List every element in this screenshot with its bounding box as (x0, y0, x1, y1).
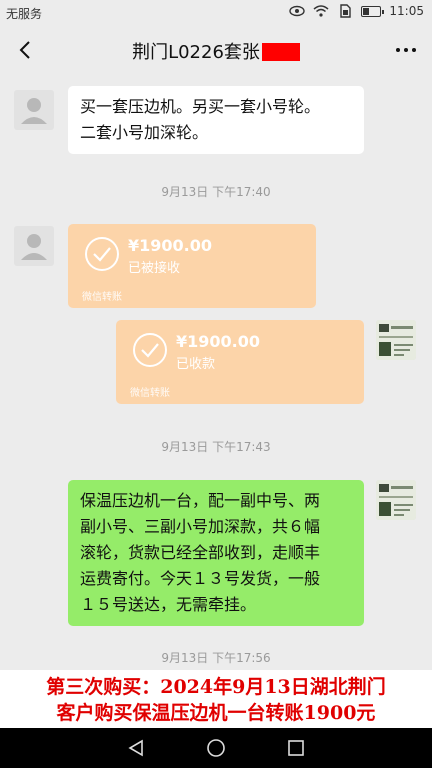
message-line: 运费寄付。今天１３号发货，一般 (80, 569, 321, 588)
message-timestamp: 9月13日 下午17:56 (161, 651, 271, 665)
sim-icon (340, 4, 352, 18)
default-avatar-icon (21, 98, 47, 124)
message-line: 买一套压边机。另买一套小号轮。 (80, 97, 321, 116)
transfer-card-collected[interactable]: ¥1900.00 已收款 微信转账 (116, 320, 364, 404)
my-avatar[interactable] (376, 480, 416, 520)
transfer-amount: ¥1900.00 (128, 236, 213, 255)
chat-title: 荆门L0226套张 (0, 38, 432, 64)
clock-text: 11:05 (389, 4, 424, 18)
transfer-status: 已被接收 (128, 261, 181, 276)
transfer-footer: 微信转账 (130, 388, 170, 399)
check-circle-icon (85, 237, 119, 271)
transfer-footer: 微信转账 (82, 292, 122, 303)
message-line: １５号送达，无需牵挂。 (80, 595, 257, 614)
eye-icon (289, 5, 306, 17)
contact-avatar[interactable] (14, 90, 54, 130)
caption-line: 第三次购买：2024年9月13日湖北荆门 (46, 676, 386, 698)
message-bubble-incoming[interactable]: 买一套压边机。另买一套小号轮。 二套小号加深轮。 (68, 86, 364, 154)
default-avatar-icon (21, 234, 47, 260)
product-photo-avatar-icon (376, 480, 416, 520)
message-line: 保温压边机一台，配一副中号、两 (80, 491, 321, 510)
caption-line: 客户购买保温压边机一台转账1900元 (56, 702, 376, 724)
message-line: 滚轮，货款已经全部收到，走顺丰 (80, 543, 321, 562)
battery-icon (361, 5, 385, 17)
status-bar: 无服务 11:05 (0, 0, 432, 24)
message-line: 二套小号加深轮。 (80, 123, 209, 142)
more-options-icon[interactable] (392, 38, 420, 62)
nav-recents-icon[interactable] (286, 738, 306, 758)
wifi-icon (313, 5, 329, 17)
transfer-amount: ¥1900.00 (176, 332, 261, 351)
nav-home-icon[interactable] (206, 738, 226, 758)
message-timestamp: 9月13日 下午17:43 (161, 440, 271, 454)
system-nav-bar (0, 728, 432, 768)
message-bubble-outgoing[interactable]: 保温压边机一台，配一副中号、两 副小号、三副小号加深款，共６幅 滚轮，货款已经全… (68, 480, 364, 626)
contact-avatar[interactable] (14, 226, 54, 266)
product-photo-avatar-icon (376, 320, 416, 360)
transfer-status: 已收款 (176, 357, 216, 372)
message-line: 副小号、三副小号加深款，共６幅 (80, 517, 321, 536)
check-circle-icon (133, 333, 167, 367)
my-avatar[interactable] (376, 320, 416, 360)
redaction-block (261, 43, 300, 61)
transfer-card-received[interactable]: ¥1900.00 已被接收 微信转账 (68, 224, 316, 308)
status-icons: 11:05 (289, 4, 424, 18)
carrier-text: 无服务 (6, 7, 43, 21)
overlay-caption: 第三次购买：2024年9月13日湖北荆门 客户购买保温压边机一台转账1900元 (0, 670, 432, 728)
nav-back-icon[interactable] (126, 738, 146, 758)
chat-header: 荆门L0226套张 (0, 24, 432, 76)
chat-title-text: 荆门L0226套张 (132, 42, 260, 63)
message-timestamp: 9月13日 下午17:40 (161, 185, 271, 199)
